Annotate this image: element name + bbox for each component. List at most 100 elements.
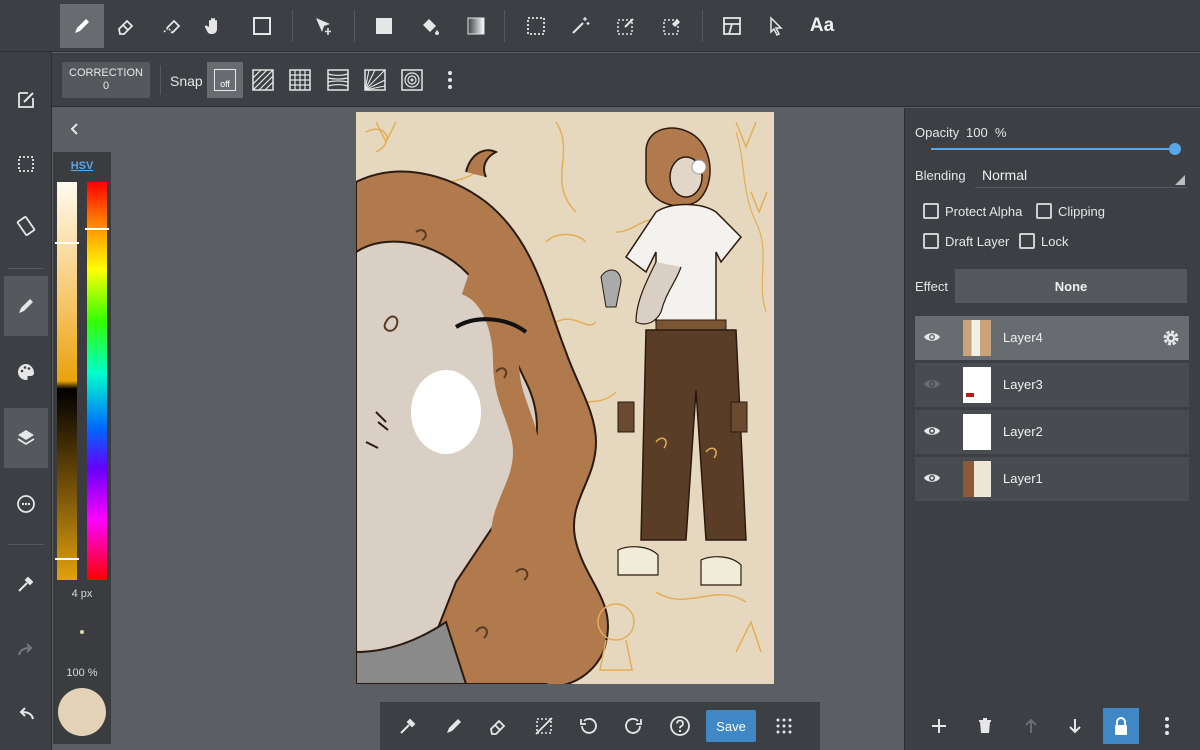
brush-opacity-value[interactable]: 100 % [53, 667, 111, 679]
bottom-eraser-button[interactable] [480, 708, 516, 744]
help-button[interactable] [662, 708, 698, 744]
rectangle-icon [253, 17, 271, 35]
layer-thumbnail [963, 320, 991, 356]
saturation-value-slider[interactable] [55, 182, 79, 580]
rotate-canvas-button[interactable] [4, 196, 48, 256]
snap-more-button[interactable] [432, 62, 468, 98]
blending-label: Blending [915, 168, 966, 183]
layer-row-layer2[interactable]: Layer2 [915, 410, 1189, 454]
blur-eraser-tool-button[interactable] [150, 4, 194, 48]
arrow-down-icon [1069, 719, 1081, 734]
palette-button[interactable] [4, 342, 48, 402]
rotate-right-button[interactable] [616, 708, 652, 744]
gradient-icon [467, 17, 485, 35]
add-layer-button[interactable] [921, 708, 957, 744]
brush-button[interactable] [4, 276, 48, 336]
bottom-pen-button[interactable] [436, 708, 472, 744]
pointer-tool-button[interactable] [754, 4, 798, 48]
color-mode-tab[interactable]: HSV [53, 160, 111, 172]
snap-circle-button[interactable] [394, 62, 430, 98]
snap-perspective-button[interactable] [320, 62, 356, 98]
select-eraser-icon [663, 19, 680, 35]
select-rect-tool-button[interactable] [514, 4, 558, 48]
correction-button[interactable]: CORRECTION 0 [62, 62, 150, 98]
snap-off-button[interactable]: off [207, 62, 243, 98]
hue-thumb[interactable] [85, 228, 109, 230]
pen-icon [447, 719, 461, 733]
drawing-canvas[interactable] [356, 112, 774, 684]
palette-icon [18, 364, 34, 380]
trash-icon [979, 718, 991, 733]
eraser-tool-button[interactable] [104, 4, 148, 48]
gradient-tool-button[interactable] [454, 4, 498, 48]
hand-icon [204, 18, 217, 34]
rectangle-tool-button[interactable] [240, 4, 284, 48]
move-icon [316, 18, 331, 35]
layers-button[interactable] [4, 408, 48, 468]
snap-radial-button[interactable] [357, 62, 393, 98]
rotate-left-button[interactable] [570, 708, 606, 744]
eye-icon[interactable] [923, 377, 941, 391]
current-color-swatch[interactable] [58, 688, 106, 736]
snap-grid-button[interactable] [282, 62, 318, 98]
fill-rect-tool-button[interactable] [362, 4, 406, 48]
select-eraser-tool-button[interactable] [650, 4, 694, 48]
top-toolbar: Aa [0, 0, 1200, 52]
blending-select[interactable]: Normal [975, 162, 1187, 188]
hue-slider[interactable] [85, 182, 109, 580]
move-layer-up-button[interactable] [1013, 708, 1049, 744]
redo-button[interactable] [4, 620, 48, 680]
magic-wand-tool-button[interactable] [558, 4, 602, 48]
text-tool-button[interactable]: Aa [800, 4, 844, 48]
eyedropper-icon [18, 576, 34, 592]
eraser-icon [490, 719, 506, 735]
layer-name: Layer1 [1003, 471, 1043, 486]
select-rect-icon [527, 17, 545, 35]
brush-size-value[interactable]: 4 px [53, 588, 111, 600]
opacity-slider[interactable] [931, 143, 1181, 155]
clipping-checkbox[interactable] [1036, 203, 1052, 219]
material-button[interactable] [4, 474, 48, 534]
blending-value: Normal [982, 167, 1028, 183]
draft-layer-checkbox[interactable] [923, 233, 939, 249]
opacity-slider-thumb[interactable] [1169, 143, 1181, 155]
lock-checkbox[interactable] [1019, 233, 1035, 249]
sv-upper-thumb[interactable] [55, 242, 79, 244]
frame-tool-button[interactable] [710, 4, 754, 48]
effect-button[interactable]: None [955, 269, 1187, 303]
layer-more-button[interactable] [1149, 708, 1185, 744]
sv-lower-thumb[interactable] [55, 558, 79, 560]
bottom-toolbar: Save [380, 702, 820, 750]
save-button[interactable]: Save [706, 710, 756, 742]
eyedropper-button[interactable] [4, 554, 48, 614]
bottom-eyedropper-button[interactable] [390, 708, 426, 744]
select-pen-icon [617, 18, 634, 35]
fill-rect-icon [376, 18, 392, 34]
edit-button[interactable] [4, 70, 48, 130]
undo-button[interactable] [4, 684, 48, 744]
snap-parallel-button[interactable] [245, 62, 281, 98]
collapse-panel-button[interactable] [64, 118, 86, 140]
selection-icon [18, 156, 34, 172]
layer-row-layer1[interactable]: Layer1 [915, 457, 1189, 501]
select-pen-tool-button[interactable] [604, 4, 648, 48]
bucket-tool-button[interactable] [408, 4, 452, 48]
snap-circle-icon [401, 69, 423, 91]
selection-button[interactable] [4, 134, 48, 194]
eye-icon[interactable] [923, 471, 941, 485]
layer-panel: Opacity 100 % Blending Normal Protect Al… [904, 108, 1200, 750]
delete-layer-button[interactable] [967, 708, 1003, 744]
move-tool-button[interactable] [302, 4, 346, 48]
move-layer-down-button[interactable] [1057, 708, 1093, 744]
layer-row-layer3[interactable]: Layer3 [915, 363, 1189, 407]
pen-tool-button[interactable] [60, 4, 104, 48]
layer-row-layer4[interactable]: Layer4 [915, 316, 1189, 360]
eye-icon[interactable] [923, 424, 941, 438]
deselect-button[interactable] [526, 708, 562, 744]
protect-alpha-checkbox[interactable] [923, 203, 939, 219]
gear-icon[interactable] [1161, 328, 1181, 348]
grid-menu-button[interactable] [766, 708, 802, 744]
lock-layer-button[interactable] [1103, 708, 1139, 744]
eye-icon[interactable] [923, 330, 941, 344]
hand-tool-button[interactable] [192, 4, 236, 48]
